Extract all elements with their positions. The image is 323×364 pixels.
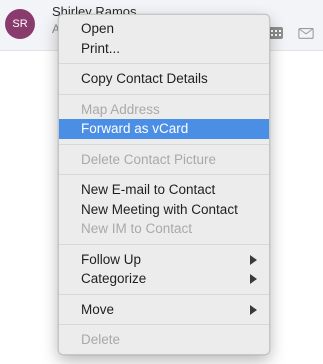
menu-item-categorize[interactable]: Categorize [59, 269, 269, 289]
menu-separator [59, 324, 269, 325]
menu-item-delete-contact-picture: Delete Contact Picture [81, 151, 217, 167]
menu-item-new-email-to-contact[interactable]: New E-mail to Contact [59, 180, 269, 200]
chevron-right-icon [250, 304, 257, 315]
menu-item-forward-as-vcard[interactable]: Forward as vCard [59, 119, 269, 139]
mail-icon[interactable] [298, 26, 314, 40]
context-menu: Open Print... Copy Contact Details Map A… [58, 14, 270, 355]
menu-item-follow-up[interactable]: Follow Up [59, 250, 269, 270]
menu-separator [59, 243, 269, 245]
menu-item-map-address: Map Address [81, 101, 160, 117]
calendar-icon[interactable] [268, 26, 284, 40]
menu-separator [59, 63, 269, 64]
menu-item-print[interactable]: Print... [59, 39, 269, 59]
menu-item-open[interactable]: Open [59, 19, 269, 39]
menu-separator [59, 174, 269, 175]
menu-item-move[interactable]: Move [59, 300, 269, 320]
menu-item-move-label: Move [81, 301, 115, 317]
avatar: SR [5, 9, 35, 39]
menu-separator [59, 93, 269, 95]
menu-separator [59, 293, 269, 295]
chevron-right-icon [250, 254, 257, 265]
menu-item-delete: Delete [81, 332, 121, 347]
menu-item-new-meeting-with-contact[interactable]: New Meeting with Contact [59, 200, 269, 220]
menu-item-categorize-label: Categorize [81, 271, 147, 286]
menu-separator [59, 143, 269, 145]
menu-item-copy-contact-details[interactable]: Copy Contact Details [59, 69, 269, 89]
menu-item-new-im-to-contact: New IM to Contact [81, 221, 193, 236]
chevron-right-icon [250, 274, 257, 284]
menu-item-follow-up-label: Follow Up [81, 251, 142, 267]
